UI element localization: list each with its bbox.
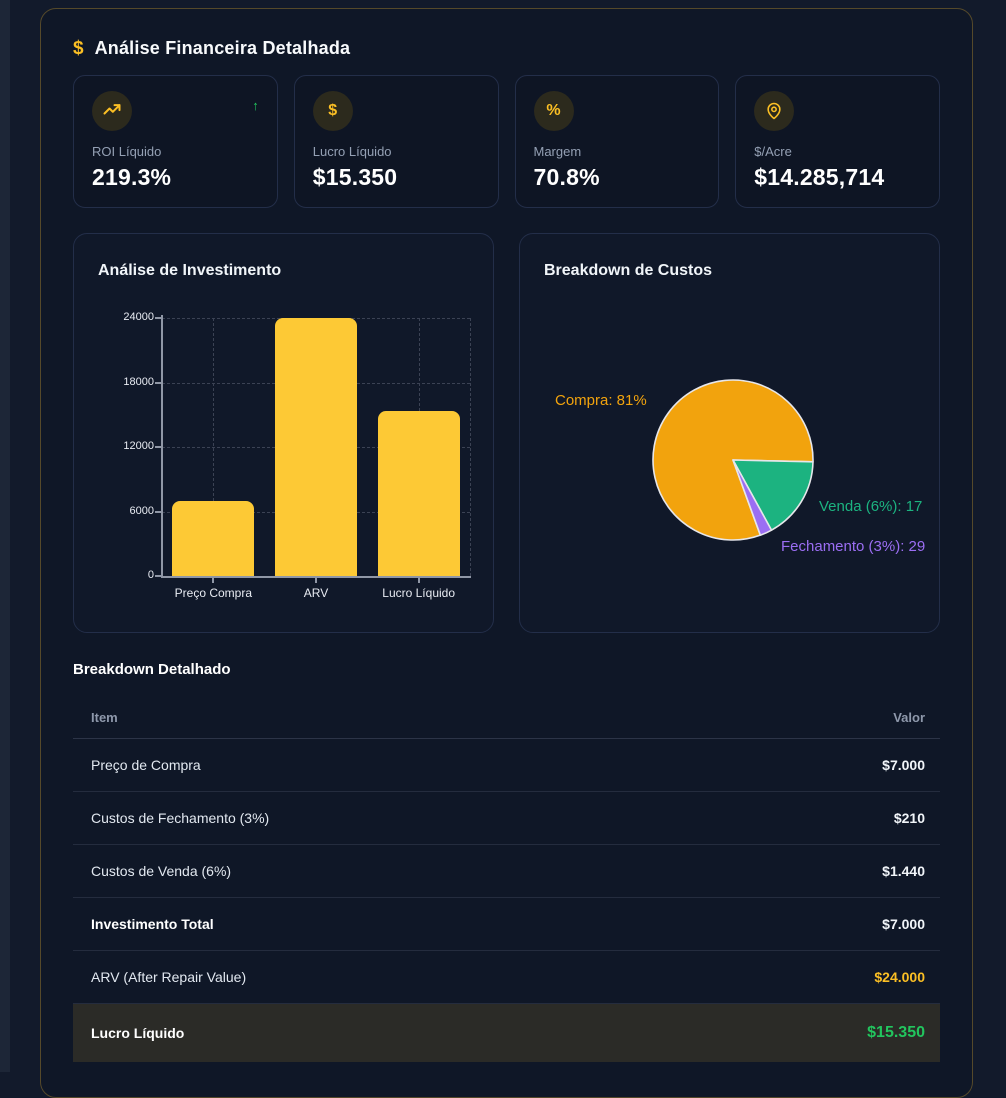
page-left-edge xyxy=(0,0,10,1072)
panel-header: $ Análise Financeira Detalhada xyxy=(73,33,940,63)
pie-label-compra: Compra: 81% xyxy=(555,392,647,409)
x-tick-label: Lucro Líquido xyxy=(367,586,470,600)
column-header-valor: Valor xyxy=(893,710,925,738)
row-item-label: Preço de Compra xyxy=(91,757,201,773)
x-tick-mark xyxy=(418,578,420,583)
breakdown-title: Breakdown Detalhado xyxy=(73,661,940,678)
table-row: Custos de Fechamento (3%) $210 xyxy=(73,792,940,845)
stat-label: $/Acre xyxy=(754,144,921,159)
investment-bar-chart-card: 0 6000 12000 18000 24000 Preço CompraARVLucro… xyxy=(73,233,494,633)
stat-label: Lucro Líquido xyxy=(313,144,480,159)
pie-label-venda: Venda (6%): 17 xyxy=(819,498,922,515)
row-item-label: Investimento Total xyxy=(91,916,214,932)
stats-row: ↑ ROI Líquido 219.3% $ Lucro Líquido $15… xyxy=(73,75,940,208)
stat-value: $14.285,714 xyxy=(754,164,921,191)
percent-icon: % xyxy=(534,91,574,131)
row-item-label: ARV (After Repair Value) xyxy=(91,969,246,985)
row-item-value: $1.440 xyxy=(882,863,925,879)
table-header-row: Item Valor xyxy=(73,702,940,739)
panel-title: Análise Financeira Detalhada xyxy=(95,38,351,59)
x-tick-mark xyxy=(212,578,214,583)
table-row: Custos de Venda (6%) $1.440 xyxy=(73,845,940,898)
table-row-total-investment: Investimento Total $7.000 xyxy=(73,898,940,951)
pie-chart-title: Breakdown de Custos xyxy=(544,262,712,280)
cost-pie-chart-card: Compra: 81% Venda (6%): 17 Fechamento (3%)… xyxy=(519,233,940,633)
table-row-net-profit-highlighted: Lucro Líquido $15.350 xyxy=(73,1004,940,1062)
row-item-value: $210 xyxy=(894,810,925,826)
y-axis-line xyxy=(161,315,163,578)
y-tick-label: 24000 xyxy=(74,311,154,323)
stat-label: ROI Líquido xyxy=(92,144,259,159)
row-item-value: $15.350 xyxy=(867,1024,925,1042)
gridline xyxy=(470,318,471,576)
pie-label-fechamento: Fechamento (3%): 29 xyxy=(781,538,925,555)
row-item-value: $7.000 xyxy=(882,757,925,773)
bar-ARV[interactable] xyxy=(275,318,357,576)
charts-row: 0 6000 12000 18000 24000 Preço CompraARVLucro… xyxy=(73,233,940,633)
y-tick-label: 6000 xyxy=(74,505,154,517)
bar-Preço Compra[interactable] xyxy=(172,501,254,576)
stat-card-roi: ↑ ROI Líquido 219.3% xyxy=(73,75,278,208)
bar-Lucro Líquido[interactable] xyxy=(378,411,460,576)
row-item-label: Custos de Venda (6%) xyxy=(91,863,231,879)
bar-chart[interactable]: 0 6000 12000 18000 24000 Preço CompraARVLucro… xyxy=(74,234,493,632)
stat-label: Margem xyxy=(534,144,701,159)
dollar-icon: $ xyxy=(313,91,353,131)
stat-value: 70.8% xyxy=(534,164,701,191)
breakdown-section: Breakdown Detalhado Item Valor Preço de … xyxy=(73,661,940,1062)
y-tick-label: 12000 xyxy=(74,440,154,452)
x-tick-label: Preço Compra xyxy=(162,586,265,600)
column-header-item: Item xyxy=(91,710,118,738)
row-item-value: $7.000 xyxy=(882,916,925,932)
row-item-label: Lucro Líquido xyxy=(91,1025,184,1041)
stat-card-profit: $ Lucro Líquido $15.350 xyxy=(294,75,499,208)
trend-up-indicator: ↑ xyxy=(252,98,259,113)
table-row: Preço de Compra $7.000 xyxy=(73,739,940,792)
stat-value: 219.3% xyxy=(92,164,259,191)
bar-chart-title: Análise de Investimento xyxy=(98,262,281,280)
x-tick-mark xyxy=(315,578,317,583)
pie-chart[interactable]: Compra: 81% Venda (6%): 17 Fechamento (3%)… xyxy=(520,234,939,632)
financial-analysis-panel: $ Análise Financeira Detalhada ↑ ROI Líq… xyxy=(40,8,973,1098)
stat-card-margin: % Margem 70.8% xyxy=(515,75,720,208)
pie-svg xyxy=(643,370,823,550)
y-tick-label: 18000 xyxy=(74,376,154,388)
y-tick-label: 0 xyxy=(74,569,154,581)
stat-card-per-acre: $/Acre $14.285,714 xyxy=(735,75,940,208)
dollar-icon: $ xyxy=(73,39,84,58)
row-item-label: Custos de Fechamento (3%) xyxy=(91,810,269,826)
row-item-value: $24.000 xyxy=(874,969,925,985)
stat-value: $15.350 xyxy=(313,164,480,191)
map-pin-icon xyxy=(754,91,794,131)
trending-up-icon xyxy=(92,91,132,131)
table-row-arv: ARV (After Repair Value) $24.000 xyxy=(73,951,940,1004)
x-tick-label: ARV xyxy=(265,586,368,600)
